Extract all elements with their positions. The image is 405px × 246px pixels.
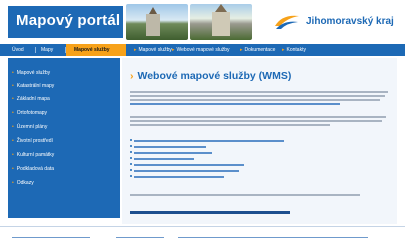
sidebar-item[interactable]: • Katastrální mapy xyxy=(12,83,54,89)
arrow-icon: ▸ xyxy=(134,47,137,53)
paragraph-line xyxy=(130,91,388,93)
sidebar-item[interactable]: • Základní mapa xyxy=(12,96,50,102)
breadcrumb-item[interactable]: ▸ Kontakty xyxy=(282,44,306,56)
region-name: Jihomoravský kraj xyxy=(306,16,394,27)
breadcrumb-item[interactable]: ▸ Dokumentace xyxy=(240,44,275,56)
sidebar-item[interactable]: • Územní plány xyxy=(12,124,47,130)
church-tower-image xyxy=(212,4,230,36)
bullet-icon: • xyxy=(12,152,14,158)
paragraph-line xyxy=(130,95,385,97)
sidebar-item[interactable]: • Podkladová data xyxy=(12,166,54,172)
service-link[interactable] xyxy=(134,164,244,166)
sidebar-item[interactable]: • Kulturní památky xyxy=(12,152,54,158)
bullet-icon: • xyxy=(12,70,14,76)
page-title: › Webové mapové služby (WMS) xyxy=(130,70,292,82)
service-link[interactable] xyxy=(134,140,284,142)
main-navigation: Úvod Mapy Mapové služby ▸ Mapové služby ▸… xyxy=(0,44,405,56)
service-link[interactable] xyxy=(134,146,206,148)
header: Mapový portál Jihomoravský kraj xyxy=(0,0,405,44)
nav-item-home[interactable]: Úvod xyxy=(6,44,34,56)
bullet-icon: • xyxy=(12,180,14,186)
bullet-icon xyxy=(130,139,132,141)
footer-link[interactable] xyxy=(116,237,164,238)
portal-title: Mapový portál xyxy=(16,12,121,29)
header-photo-castle xyxy=(126,4,188,40)
sidebar: • Mapové služby • Katastrální mapy • Základ… xyxy=(8,58,120,218)
region-logo[interactable]: Jihomoravský kraj xyxy=(270,6,400,38)
main-content: › Webové mapové služby (WMS) xyxy=(122,58,397,224)
regional-logo-icon xyxy=(275,15,299,29)
paragraph-line xyxy=(130,194,360,196)
arrow-icon: › xyxy=(130,70,134,82)
castle-tower-image xyxy=(146,7,160,36)
bullet-icon: • xyxy=(12,124,14,130)
bullet-icon xyxy=(130,169,132,171)
footer-link[interactable] xyxy=(178,237,368,238)
paragraph-link-line[interactable] xyxy=(130,103,340,105)
bullet-icon xyxy=(130,145,132,147)
paragraph-line xyxy=(130,120,382,122)
service-link[interactable] xyxy=(134,158,194,160)
more-info-link[interactable] xyxy=(130,211,290,214)
bullet-icon xyxy=(130,175,132,177)
sidebar-item[interactable]: • Odkazy xyxy=(12,180,34,186)
brand-banner[interactable]: Mapový portál xyxy=(8,6,123,38)
footer-link[interactable] xyxy=(12,237,90,238)
breadcrumb-item[interactable]: ▸ Webové mapové služby xyxy=(172,44,230,56)
nav-item-maps[interactable]: Mapy xyxy=(36,44,64,56)
sidebar-item[interactable]: • Životní prostředí xyxy=(12,138,53,144)
bullet-icon: • xyxy=(12,138,14,144)
header-photo-church xyxy=(190,4,252,40)
bullet-icon xyxy=(130,163,132,165)
bullet-icon xyxy=(130,151,132,153)
arrow-icon: ▸ xyxy=(282,47,285,53)
paragraph-line xyxy=(130,116,386,118)
breadcrumb-item[interactable]: ▸ Mapové služby xyxy=(134,44,172,56)
paragraph-line xyxy=(130,99,380,101)
bullet-icon: • xyxy=(12,110,14,116)
bullet-icon: • xyxy=(12,166,14,172)
bullet-icon: • xyxy=(12,83,14,89)
service-link[interactable] xyxy=(134,152,212,154)
service-link[interactable] xyxy=(134,176,224,178)
sidebar-item[interactable]: • Mapové služby xyxy=(12,70,50,76)
bullet-icon: • xyxy=(12,96,14,102)
paragraph-line xyxy=(130,124,330,126)
bullet-icon xyxy=(130,157,132,159)
nav-item-map-services[interactable]: Mapové služby xyxy=(66,44,126,56)
sidebar-item[interactable]: • Ortofotomapy xyxy=(12,110,47,116)
footer xyxy=(0,226,405,246)
service-link[interactable] xyxy=(134,170,239,172)
arrow-icon: ▸ xyxy=(172,47,175,53)
arrow-icon: ▸ xyxy=(240,47,243,53)
